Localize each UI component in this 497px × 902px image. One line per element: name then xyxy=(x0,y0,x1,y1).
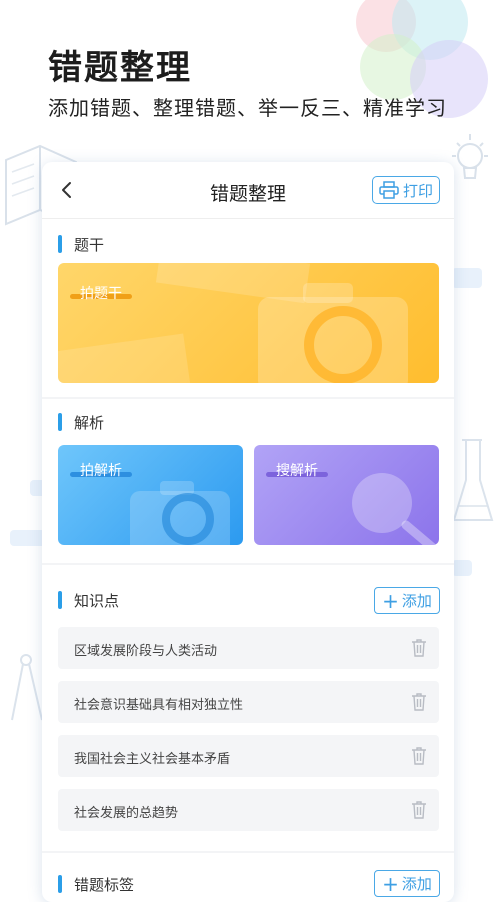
search-analysis-label: 搜解析 xyxy=(276,463,318,479)
camera-icon xyxy=(130,481,230,545)
knowledge-item[interactable]: 我国社会主义社会基本矛盾 xyxy=(58,735,439,777)
knowledge-item[interactable]: 区域发展阶段与人类活动 xyxy=(58,627,439,669)
knowledge-item-text: 社会发展的总趋势 xyxy=(74,806,179,821)
print-label: 打印 xyxy=(402,181,433,200)
trash-icon[interactable] xyxy=(411,692,427,712)
add-tag-label: 添加 xyxy=(401,875,432,893)
hero-subtitle: 添加错题、整理错题、举一反三、精准学习 xyxy=(48,96,447,120)
search-analysis-card[interactable]: 搜解析 xyxy=(254,445,439,545)
tags-section-title: 错题标签 xyxy=(74,875,135,894)
knowledge-item[interactable]: 社会发展的总趋势 xyxy=(58,789,439,831)
plus-icon: + xyxy=(382,588,399,613)
hero-title: 错题整理 xyxy=(48,48,192,88)
knowledge-section-header: 知识点 xyxy=(42,581,119,619)
camera-icon xyxy=(258,283,408,383)
nav-bar: 错题整理 打印 xyxy=(42,162,454,219)
knowledge-item-text: 我国社会主义社会基本矛盾 xyxy=(74,752,231,767)
add-knowledge-button[interactable]: + 添加 xyxy=(374,587,440,614)
decor-bubble-cyan xyxy=(392,0,468,60)
card-bg-shape xyxy=(58,333,192,383)
knowledge-section: 知识点 + 添加 区域发展阶段与人类活动 社会意识基础具有相对独立性 我国社会主… xyxy=(42,565,454,851)
trash-icon[interactable] xyxy=(411,746,427,766)
trash-icon[interactable] xyxy=(411,638,427,658)
analysis-section-title: 解析 xyxy=(74,413,105,432)
section-accent-bar xyxy=(58,591,62,609)
add-knowledge-label: 添加 xyxy=(401,592,432,610)
stem-section-header: 题干 xyxy=(42,225,104,263)
section-accent-bar xyxy=(58,235,62,253)
tags-section-header: 错题标签 xyxy=(42,865,134,902)
take-photo-stem-card[interactable]: 拍题干 xyxy=(58,263,439,383)
printer-icon xyxy=(379,181,399,199)
add-tag-button[interactable]: + 添加 xyxy=(374,870,440,897)
magnifier-icon xyxy=(352,473,437,545)
section-accent-bar xyxy=(58,413,62,431)
analysis-section-header: 解析 xyxy=(42,403,104,441)
stem-section-title: 题干 xyxy=(74,235,105,254)
decor-bubble-green xyxy=(360,34,426,100)
analysis-section: 解析 拍解析 搜解析 xyxy=(42,399,454,563)
knowledge-item-text: 区域发展阶段与人类活动 xyxy=(74,644,218,659)
lightbulb-sketch-icon xyxy=(452,134,488,179)
flask-sketch-icon xyxy=(452,439,494,521)
decor-bar xyxy=(452,268,482,288)
decor-bar xyxy=(452,560,472,576)
plus-icon: + xyxy=(382,871,399,896)
stem-section: 题干 拍题干 xyxy=(42,219,454,397)
knowledge-item-text: 社会意识基础具有相对独立性 xyxy=(74,698,244,713)
trash-icon[interactable] xyxy=(411,800,427,820)
print-button[interactable]: 打印 xyxy=(372,176,440,204)
knowledge-item[interactable]: 社会意识基础具有相对独立性 xyxy=(58,681,439,723)
decor-bubble-pink xyxy=(356,0,416,52)
phone-frame: 错题整理 打印 题干 拍题干 解析 拍解析 搜解析 知识点 + 添加 区域发展阶… xyxy=(42,162,454,902)
tags-section: 错题标签 + 添加 xyxy=(42,853,454,902)
take-photo-analysis-label: 拍解析 xyxy=(80,463,122,479)
section-accent-bar xyxy=(58,875,62,893)
knowledge-section-title: 知识点 xyxy=(74,591,120,610)
take-photo-analysis-card[interactable]: 拍解析 xyxy=(58,445,243,545)
take-photo-stem-label: 拍题干 xyxy=(80,286,122,302)
